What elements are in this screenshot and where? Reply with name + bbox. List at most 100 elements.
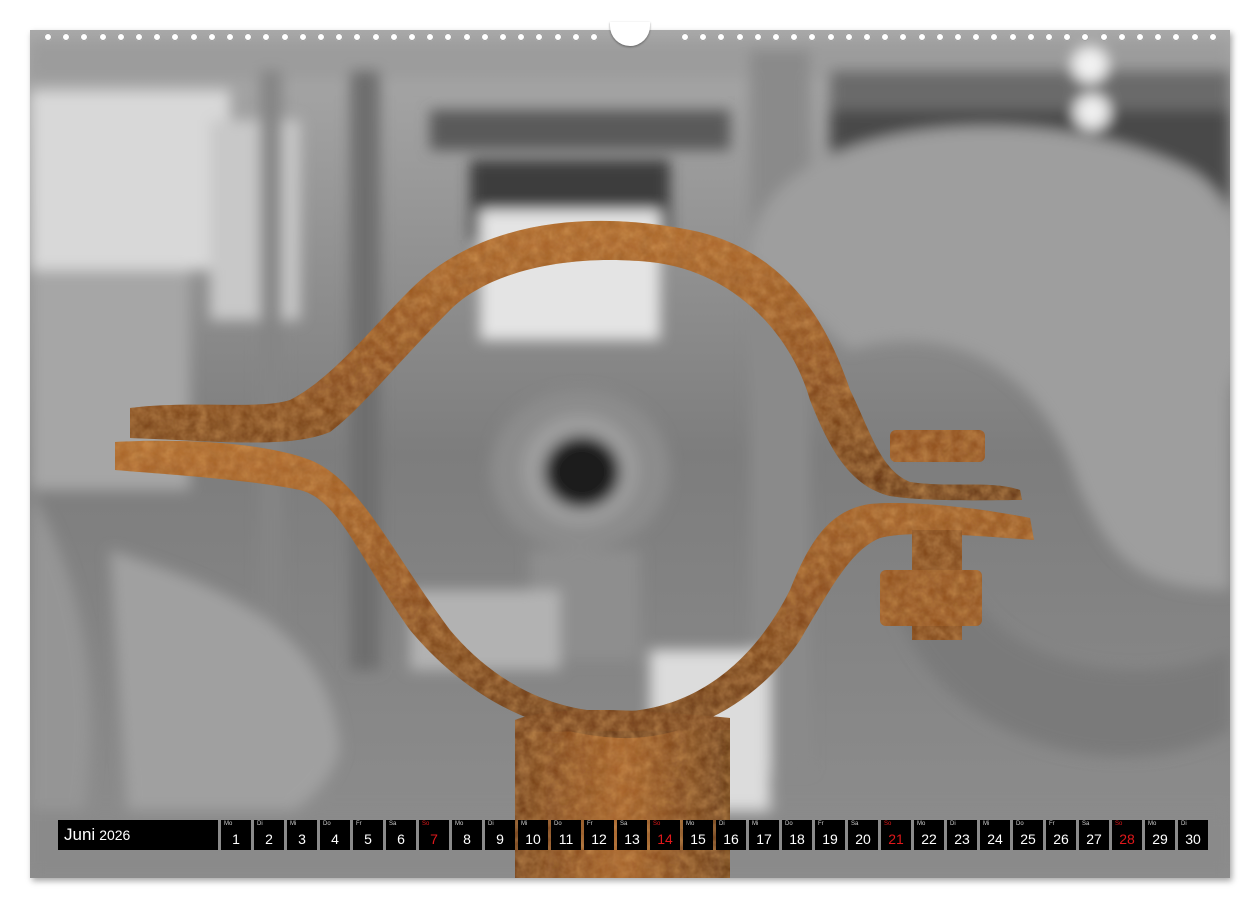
binding-hole	[717, 33, 726, 41]
weekday-abbr: Di	[950, 821, 956, 827]
binding-hole	[699, 33, 708, 41]
calendar-day-cell: Mi 24	[980, 820, 1010, 850]
binding-hole	[44, 33, 52, 41]
weekday-abbr: Di	[719, 821, 725, 827]
calendar-day-cell: Di 30	[1178, 820, 1208, 850]
day-number: 8	[463, 831, 471, 847]
calendar-day-cell: Mo 1	[221, 820, 251, 850]
calendar-day-cell: So 14	[650, 820, 680, 850]
weekday-abbr: Fr	[1049, 821, 1055, 827]
binding-hole	[808, 33, 817, 41]
calendar-day-cell: Mi 10	[518, 820, 548, 850]
day-number: 17	[756, 831, 772, 847]
binding-hole	[244, 33, 253, 41]
binding-hole	[1099, 33, 1108, 41]
calendar-day-cell: Fr 26	[1046, 820, 1076, 850]
calendar-day-cell: Sa 13	[617, 820, 647, 850]
weekday-abbr: Sa	[851, 821, 859, 827]
weekday-abbr: Fr	[818, 821, 824, 827]
weekday-abbr: Fr	[587, 821, 593, 827]
binding-hole	[917, 33, 926, 41]
day-number: 6	[397, 831, 405, 847]
weekday-abbr: Mi	[752, 821, 759, 827]
binding-hole	[389, 33, 398, 41]
day-number: 20	[855, 831, 871, 847]
calendar-day-cell: Mi 17	[749, 820, 779, 850]
binding-hole	[517, 33, 526, 41]
binding-hole	[590, 33, 598, 41]
calendar-day-cell: Di 16	[716, 820, 746, 850]
binding-hole	[371, 33, 380, 41]
calendar-day-cell: Do 25	[1013, 820, 1043, 850]
weekday-abbr: Do	[785, 821, 793, 827]
day-number: 12	[591, 831, 607, 847]
day-number: 18	[789, 831, 805, 847]
month-year: 2026	[99, 827, 131, 843]
calendar-day-cell: Di 23	[947, 820, 977, 850]
binding-hole	[135, 33, 143, 41]
weekday-abbr: Do	[554, 821, 562, 827]
binding-hole	[826, 33, 835, 41]
weekday-abbr: So	[884, 821, 892, 827]
weekday-abbr: Mo	[1148, 821, 1157, 827]
binding-hole	[280, 33, 289, 41]
binding-hole	[1063, 33, 1072, 41]
day-number: 26	[1053, 831, 1069, 847]
binding-hole	[408, 33, 416, 41]
calendar-strip: Juni 2026 Mo 1 Di 2 Mi 3 Do 4 Fr 5 Sa 6 So 7 Mo 8 Di 9 Mi 1…	[58, 820, 1208, 850]
day-number: 7	[430, 831, 438, 847]
calendar-day-cell: Sa 27	[1079, 820, 1109, 850]
day-number: 4	[331, 831, 339, 847]
binding-hole	[844, 33, 853, 41]
day-number: 2	[265, 831, 273, 847]
binding-hole	[790, 33, 799, 41]
binding-hole	[1136, 33, 1144, 41]
binding-hole	[899, 33, 908, 41]
binding-hole	[1190, 33, 1199, 41]
binding-hole	[772, 33, 780, 41]
calendar-day-cell: Mi 3	[287, 820, 317, 850]
day-number: 9	[496, 831, 504, 847]
weekday-abbr: Sa	[1082, 821, 1090, 827]
month-name: Juni	[64, 825, 96, 844]
calendar-day-cell: Fr 19	[815, 820, 845, 850]
binding-hole	[972, 33, 981, 41]
weekday-abbr: Mo	[224, 821, 233, 827]
binding-hole	[499, 33, 507, 41]
calendar-day-cell: Do 18	[782, 820, 812, 850]
binding-hole	[1008, 33, 1017, 41]
weekday-abbr: Mi	[521, 821, 528, 827]
weekday-abbr: Do	[1016, 821, 1024, 827]
day-number: 10	[525, 831, 541, 847]
day-number: 5	[364, 831, 372, 847]
photo-rusty-pipe-clamp	[30, 30, 1230, 878]
binding-hole	[480, 33, 489, 41]
binding-hole	[80, 33, 89, 41]
binding-hole	[1208, 33, 1217, 41]
day-number: 30	[1185, 831, 1201, 847]
day-number: 28	[1119, 831, 1135, 847]
binding-hole	[935, 33, 944, 41]
weekday-abbr: Mo	[686, 821, 695, 827]
day-number: 25	[1020, 831, 1036, 847]
binding-hole	[353, 33, 362, 41]
binding-hole	[171, 33, 180, 41]
weekday-abbr: Di	[488, 821, 494, 827]
binding-hole	[1117, 33, 1126, 41]
calendar-day-cell: So 7	[419, 820, 449, 850]
weekday-abbr: Mi	[983, 821, 990, 827]
binding-hole	[753, 33, 762, 41]
weekday-abbr: Mo	[917, 821, 926, 827]
binding-hole	[1154, 33, 1163, 41]
weekday-abbr: So	[653, 821, 661, 827]
weekday-abbr: Di	[257, 821, 263, 827]
binding-hole	[1045, 33, 1053, 41]
day-number: 14	[657, 831, 673, 847]
binding-hole	[462, 33, 471, 41]
weekday-abbr: So	[1115, 821, 1123, 827]
calendar-day-cell: Mo 8	[452, 820, 482, 850]
day-number: 16	[723, 831, 739, 847]
binding-hole	[735, 33, 744, 41]
binding-hole	[207, 33, 216, 41]
binding-hole	[571, 33, 580, 41]
